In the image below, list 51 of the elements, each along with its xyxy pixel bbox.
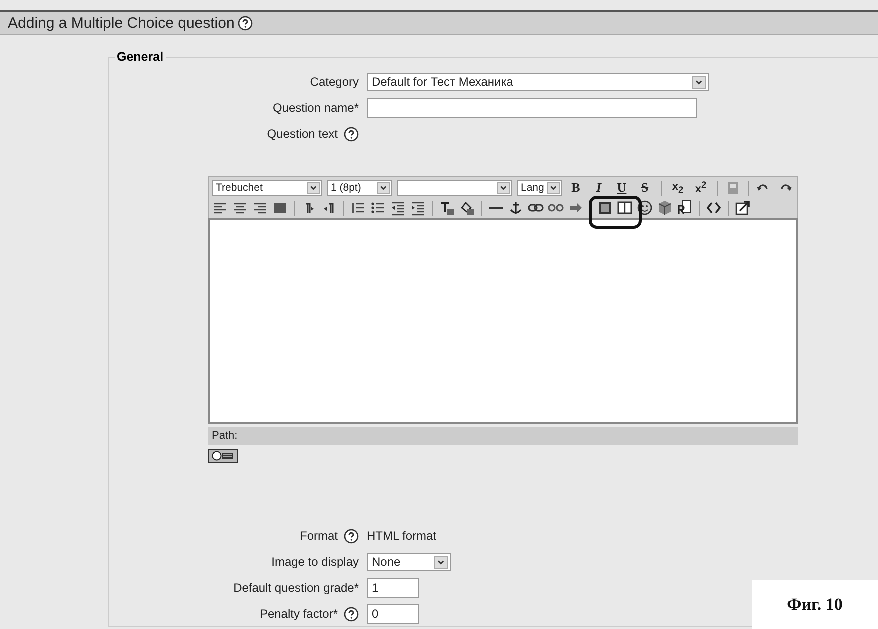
figure-caption: Фиг. 10 (752, 580, 878, 629)
path-bar: Path: (208, 427, 798, 445)
format-button[interactable]: x$_{2}$ (669, 180, 687, 196)
format-button[interactable]: U (613, 180, 631, 196)
align-right-icon[interactable] (252, 200, 268, 216)
format-button[interactable]: S (636, 180, 654, 196)
align-left-icon[interactable] (212, 200, 228, 216)
image-icon[interactable] (597, 200, 613, 216)
format-button[interactable]: x$^{2}$ (692, 180, 710, 196)
bullet-list-icon[interactable] (370, 200, 386, 216)
font-select[interactable]: Trebuchet (212, 180, 322, 196)
text-color-icon[interactable] (439, 200, 455, 216)
help-icon[interactable] (344, 606, 359, 622)
indent-icon[interactable] (410, 200, 426, 216)
format-button[interactable]: B (567, 180, 585, 196)
field-label: Image to display (272, 555, 359, 569)
select-field[interactable]: None (367, 553, 451, 571)
fullscreen-icon[interactable] (735, 200, 751, 216)
cube-icon[interactable] (657, 200, 673, 216)
help-keyboard-button[interactable] (208, 449, 238, 463)
section-legend: General (115, 50, 166, 64)
field-label: Question text (267, 127, 338, 141)
outdent-icon[interactable] (390, 200, 406, 216)
text-field[interactable]: 1 (367, 578, 419, 598)
select-field[interactable]: Default for Тест Механика (367, 73, 709, 91)
align-justify-icon[interactable] (272, 200, 288, 216)
text-field[interactable]: 0 (367, 604, 419, 624)
ordered-list-icon[interactable] (350, 200, 366, 216)
help-icon[interactable] (344, 126, 359, 142)
language-select[interactable]: Lang (517, 180, 562, 196)
smiley-icon[interactable] (637, 200, 653, 216)
highlight-frame (589, 196, 642, 229)
arrow-icon[interactable] (568, 200, 584, 216)
field-label: Default question grade* (234, 581, 359, 595)
table-icon[interactable] (617, 200, 633, 216)
text-field[interactable] (367, 98, 697, 118)
code-icon[interactable] (706, 200, 722, 216)
paste-icon[interactable] (677, 200, 693, 216)
anchor-icon[interactable] (508, 200, 524, 216)
format-button[interactable]: I (590, 180, 608, 196)
field-label: Category (310, 75, 359, 89)
field-label: Penalty factor* (260, 607, 338, 621)
field-label: Question name* (272, 101, 359, 115)
help-icon[interactable] (238, 16, 253, 30)
field-label: Format (300, 529, 338, 543)
help-icon[interactable] (344, 528, 359, 544)
size-select[interactable]: 1 (8pt) (327, 180, 392, 196)
align-center-icon[interactable] (232, 200, 248, 216)
field-value: HTML format (367, 529, 437, 543)
page-title: Adding a Multiple Choice question (8, 14, 235, 32)
background-color-icon[interactable] (459, 200, 475, 216)
